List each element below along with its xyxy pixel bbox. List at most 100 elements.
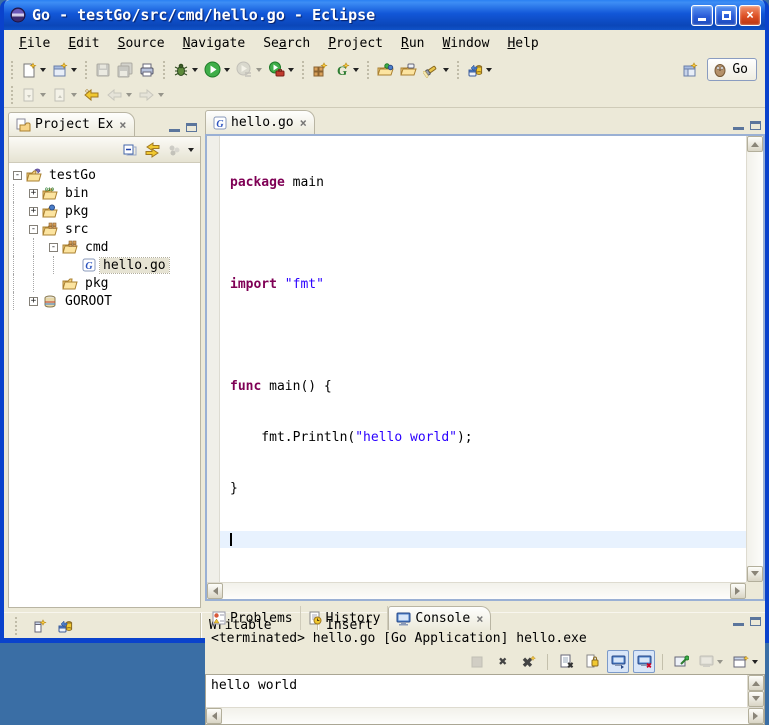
- menu-edit[interactable]: Edit: [59, 33, 108, 54]
- tree-item-goroot[interactable]: + GOROOT: [9, 292, 200, 310]
- title-bar[interactable]: Go - testGo/src/cmd/hello.go - Eclipse ×: [4, 0, 765, 30]
- scroll-up-button[interactable]: [748, 675, 764, 691]
- view-menu-icon[interactable]: [167, 143, 182, 157]
- scroll-down-button[interactable]: [748, 691, 764, 707]
- menu-search[interactable]: Search: [254, 33, 319, 54]
- code-area[interactable]: package main import "fmt" func main() { …: [220, 136, 746, 582]
- forward-button[interactable]: [135, 84, 167, 107]
- next-annotation-button[interactable]: [18, 84, 49, 107]
- last-edit-location-button[interactable]: [80, 84, 103, 107]
- debug-button[interactable]: [170, 58, 201, 81]
- toolbar-grip[interactable]: [163, 61, 165, 79]
- toolbar-grip[interactable]: [457, 61, 459, 79]
- new-wizard-button[interactable]: [18, 58, 49, 81]
- menu-navigate[interactable]: Navigate: [174, 33, 255, 54]
- open-console-button[interactable]: [730, 650, 761, 673]
- scroll-up-button[interactable]: [747, 136, 763, 152]
- clear-console-button[interactable]: ✖: [555, 650, 577, 673]
- editor-vertical-scrollbar[interactable]: [746, 136, 763, 582]
- maximize-button[interactable]: [715, 5, 737, 26]
- maximize-console-button[interactable]: [750, 617, 761, 626]
- export-button[interactable]: [397, 58, 420, 81]
- tree-item-pkg-src[interactable]: pkg: [9, 274, 200, 292]
- expander-icon[interactable]: +: [29, 207, 38, 216]
- console-horizontal-scrollbar[interactable]: [206, 707, 764, 724]
- new-go-package-button[interactable]: [309, 58, 331, 81]
- tab-problems[interactable]: Problems: [205, 606, 301, 630]
- scroll-left-button[interactable]: [206, 708, 222, 724]
- close-editor-icon[interactable]: ×: [300, 116, 307, 130]
- menu-window[interactable]: Window: [433, 33, 498, 54]
- display-selected-console-button[interactable]: [696, 650, 726, 673]
- show-console-on-error-button[interactable]: ✖: [633, 650, 655, 673]
- new-project-button[interactable]: [49, 58, 80, 81]
- close-button[interactable]: ×: [739, 5, 761, 26]
- expander-icon[interactable]: +: [29, 297, 38, 306]
- view-menu-dropdown[interactable]: [188, 148, 194, 152]
- expander-icon[interactable]: -: [49, 243, 58, 252]
- scroll-right-button[interactable]: [748, 708, 764, 724]
- scroll-lock-button[interactable]: [581, 650, 603, 673]
- expander-icon[interactable]: -: [29, 225, 38, 234]
- tree-item-src[interactable]: - src: [9, 220, 200, 238]
- previous-annotation-button[interactable]: [49, 84, 80, 107]
- tree-item-cmd[interactable]: - cmd: [9, 238, 200, 256]
- minimize-console-button[interactable]: [733, 623, 744, 626]
- collapse-all-button[interactable]: [122, 142, 138, 158]
- save-all-button[interactable]: [114, 58, 136, 81]
- scroll-right-button[interactable]: [730, 583, 746, 599]
- sync-status-icon[interactable]: [57, 618, 73, 634]
- terminate-button[interactable]: [466, 650, 488, 673]
- menu-project[interactable]: Project: [319, 33, 392, 54]
- tree-item-testgo[interactable]: - testGo: [9, 166, 200, 184]
- run-last-button[interactable]: [233, 58, 265, 81]
- tab-history[interactable]: History: [301, 606, 389, 630]
- maximize-view-button[interactable]: [186, 123, 197, 132]
- pin-console-button[interactable]: [670, 650, 692, 673]
- minimize-editor-button[interactable]: [733, 127, 744, 130]
- tree-item-hello-go[interactable]: G hello.go: [9, 256, 200, 274]
- tab-console[interactable]: Console ×: [388, 606, 491, 630]
- save-button[interactable]: [92, 58, 114, 81]
- close-console-icon[interactable]: ×: [476, 612, 483, 626]
- run-button[interactable]: [201, 58, 233, 81]
- scroll-down-button[interactable]: [747, 566, 763, 582]
- menu-help[interactable]: Help: [498, 33, 547, 54]
- tree-item-bin[interactable]: + 010 bin: [9, 184, 200, 202]
- minimize-view-button[interactable]: [169, 129, 180, 132]
- minimize-button[interactable]: [691, 5, 713, 26]
- console-output-area[interactable]: hello world: [205, 674, 765, 725]
- tree-item-pkg-top[interactable]: + pkg: [9, 202, 200, 220]
- toolbar-grip[interactable]: [11, 61, 13, 79]
- open-perspective-button[interactable]: [679, 58, 701, 81]
- sync-button[interactable]: [464, 58, 495, 81]
- search-button[interactable]: [420, 58, 452, 81]
- link-with-editor-button[interactable]: [144, 142, 161, 158]
- back-button[interactable]: [103, 84, 135, 107]
- toolbar-grip[interactable]: [85, 61, 87, 79]
- statusbar-grip[interactable]: [15, 617, 17, 635]
- console-vertical-scrollbar[interactable]: [747, 675, 764, 707]
- show-console-on-output-button[interactable]: [607, 650, 629, 673]
- editor-marker-bar[interactable]: [207, 136, 220, 582]
- menu-file[interactable]: File: [10, 33, 59, 54]
- toolbar-grip[interactable]: [367, 61, 369, 79]
- go-perspective-button[interactable]: Go: [707, 58, 757, 81]
- remove-launch-button[interactable]: ✖: [492, 650, 514, 673]
- menu-run[interactable]: Run: [392, 33, 433, 54]
- scroll-left-button[interactable]: [207, 583, 223, 599]
- fast-view-button[interactable]: [32, 618, 47, 634]
- remove-all-terminated-button[interactable]: ✖: [518, 650, 540, 673]
- close-view-icon[interactable]: ×: [119, 118, 126, 132]
- expander-icon[interactable]: +: [29, 189, 38, 198]
- maximize-editor-button[interactable]: [750, 121, 761, 130]
- tab-hello-go[interactable]: G hello.go ×: [205, 110, 315, 134]
- toolbar-grip[interactable]: [302, 61, 304, 79]
- import-button[interactable]: [374, 58, 397, 81]
- external-tools-button[interactable]: [265, 58, 297, 81]
- expander-icon[interactable]: -: [13, 171, 22, 180]
- editor-horizontal-scrollbar[interactable]: [207, 582, 746, 599]
- new-go-file-button[interactable]: G: [331, 58, 362, 81]
- tab-project-explorer[interactable]: Project Ex ×: [8, 112, 135, 136]
- menu-source[interactable]: Source: [109, 33, 174, 54]
